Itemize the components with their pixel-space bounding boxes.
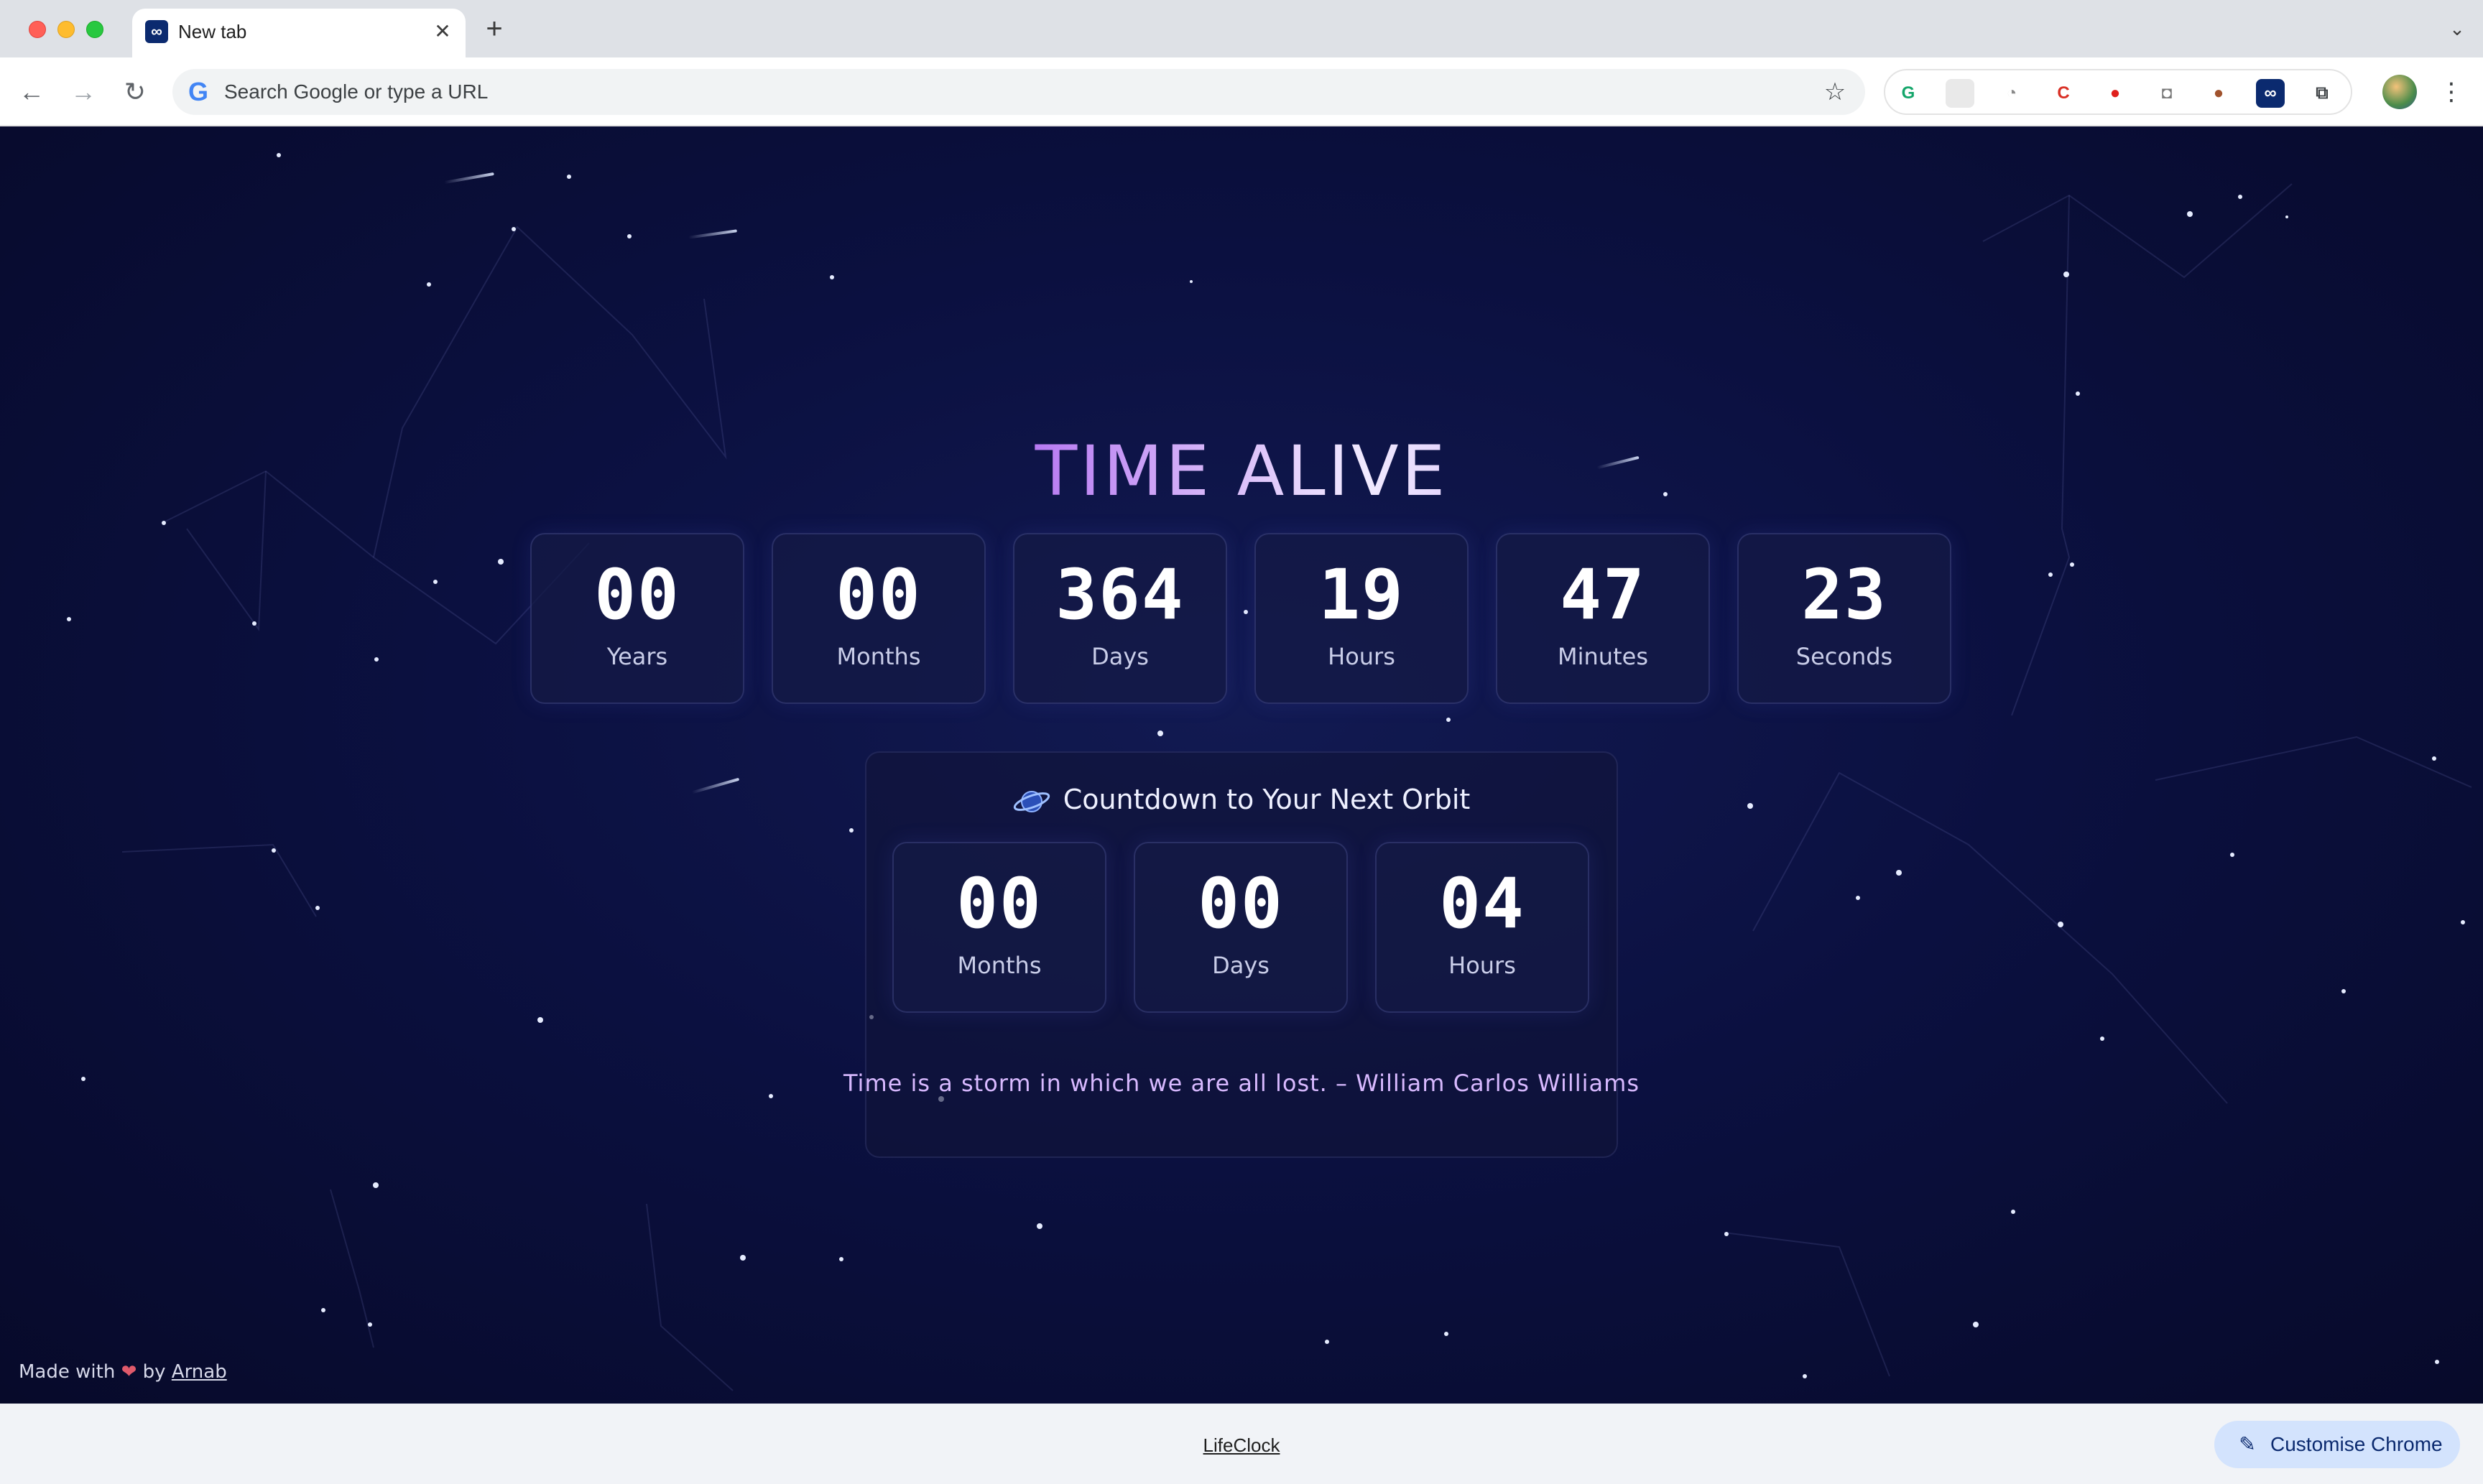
address-bar-placeholder[interactable]: Search Google or type a URL	[224, 78, 488, 106]
puzzle-icon[interactable]: ⧉	[2308, 79, 2336, 108]
made-with-credit: Made with ❤ by Arnab	[19, 1359, 227, 1385]
minutes-label: Minutes	[1558, 643, 1648, 670]
grammarly-icon[interactable]: G	[1894, 79, 1923, 108]
reload-icon[interactable]: ↻	[118, 75, 152, 109]
author-link[interactable]: Arnab	[172, 1361, 227, 1383]
elapsed-time-cards: 00 Years 00 Months 364 Days 19 Hours 47 …	[530, 533, 1953, 704]
planet-icon	[1013, 790, 1050, 812]
maximize-window-button[interactable]	[86, 21, 103, 38]
seconds-value: 23	[1801, 555, 1887, 635]
hours-label: Hours	[1328, 643, 1395, 670]
code-extension-icon[interactable]: C	[2049, 79, 2078, 108]
minutes-value: 47	[1560, 555, 1646, 635]
orbit-heading-text: Countdown to Your Next Orbit	[1063, 784, 1471, 815]
tab-search-chevron-icon[interactable]: ⌄	[2443, 14, 2472, 43]
cookie-icon[interactable]: ●	[2204, 79, 2233, 108]
extensions-bar: G ◔ C ● ◘ ● ∞ ⧉	[1884, 69, 2352, 115]
lifeclock-favicon-icon: ∞	[145, 20, 168, 43]
lifeclock-link[interactable]: LifeClock	[0, 1432, 2483, 1458]
orbit-hours-label: Hours	[1448, 952, 1516, 979]
tab-strip: ∞ New tab ✕ + ⌄	[0, 0, 2483, 57]
credit-prefix: Made with	[19, 1361, 116, 1383]
days-value: 364	[1055, 555, 1185, 635]
opera-icon[interactable]: ●	[2101, 79, 2130, 108]
seconds-card: 23 Seconds	[1737, 533, 1951, 704]
orbit-months-label: Months	[957, 952, 1042, 979]
orbit-hours-value: 04	[1439, 863, 1525, 944]
minimize-window-button[interactable]	[57, 21, 75, 38]
active-tab[interactable]: ∞ New tab ✕	[132, 9, 466, 57]
customise-chrome-button[interactable]: ✎ Customise Chrome	[2214, 1421, 2460, 1468]
orbit-days-label: Days	[1212, 952, 1270, 979]
page-title: TIME ALIVE	[0, 432, 2483, 511]
back-arrow-icon[interactable]: ←	[14, 75, 49, 109]
months-card: 00 Months	[772, 533, 986, 704]
months-value: 00	[836, 555, 922, 635]
orbit-months-card: 00 Months	[892, 842, 1106, 1013]
months-label: Months	[836, 643, 921, 670]
seconds-label: Seconds	[1795, 643, 1893, 670]
orbit-cards: 00 Months 00 Days 04 Hours	[892, 842, 1594, 1013]
heart-icon: ❤	[121, 1361, 137, 1383]
more-menu-icon[interactable]: ⋮	[2437, 75, 2466, 109]
orbit-months-value: 00	[956, 863, 1042, 944]
lifeclock-page: TIME ALIVE 00 Years 00 Months 364 Days 1…	[0, 126, 2483, 1404]
camera-icon[interactable]: ◘	[2153, 79, 2181, 108]
years-card: 00 Years	[530, 533, 744, 704]
google-g-icon: G	[188, 77, 208, 106]
blank-extension-icon[interactable]	[1946, 79, 1974, 108]
minutes-card: 47 Minutes	[1496, 533, 1710, 704]
credit-by: by	[142, 1361, 166, 1383]
orbit-heading: Countdown to Your Next Orbit	[866, 782, 1617, 817]
bookmark-star-icon[interactable]: ☆	[1819, 76, 1851, 108]
pencil-icon: ✎	[2239, 1433, 2256, 1455]
days-card: 364 Days	[1013, 533, 1227, 704]
address-bar[interactable]: G Search Google or type a URL ☆	[172, 69, 1865, 115]
new-tab-button[interactable]: +	[480, 14, 509, 43]
tab-title: New tab	[178, 21, 247, 42]
profile-avatar[interactable]	[2382, 75, 2417, 109]
lifeclock-icon[interactable]: ∞	[2256, 79, 2285, 108]
tab-close-icon[interactable]: ✕	[430, 19, 456, 45]
orbit-days-value: 00	[1198, 863, 1284, 944]
clock-extension-icon[interactable]: ◔	[1997, 79, 2026, 108]
quote-text: Time is a storm in which we are all lost…	[843, 1070, 1640, 1097]
forward-arrow-icon[interactable]: →	[66, 75, 101, 109]
hours-card: 19 Hours	[1254, 533, 1469, 704]
days-label: Days	[1091, 643, 1149, 670]
new-tab-footer: LifeClock ✎ Customise Chrome	[0, 1404, 2483, 1484]
close-window-button[interactable]	[29, 21, 46, 38]
orbit-days-card: 00 Days	[1134, 842, 1348, 1013]
years-label: Years	[606, 643, 668, 670]
browser-toolbar: ← → ↻ G Search Google or type a URL ☆ G …	[0, 57, 2483, 126]
orbit-hours-card: 04 Hours	[1375, 842, 1589, 1013]
customise-chrome-label: Customise Chrome	[2270, 1433, 2443, 1455]
years-value: 00	[594, 555, 680, 635]
hours-value: 19	[1318, 555, 1405, 635]
